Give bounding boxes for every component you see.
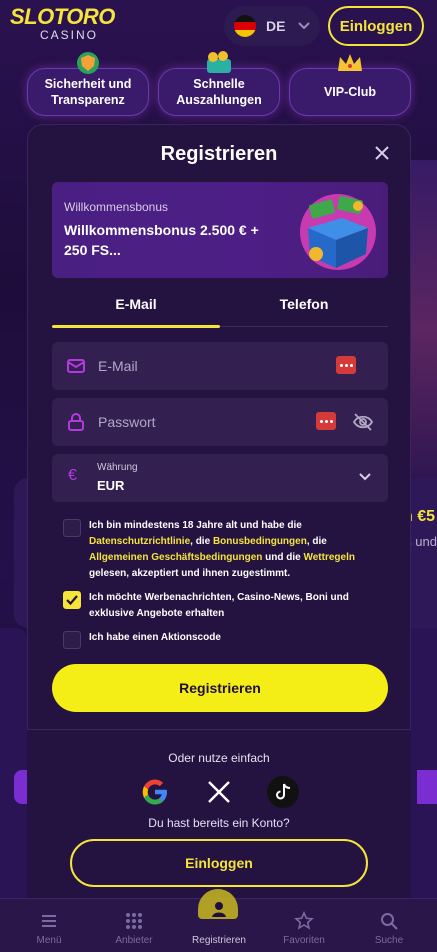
age-consent-text: Ich bin mindestens 18 Jahre alt und habe… [89, 520, 355, 579]
tab-email[interactable]: E-Mail [52, 281, 220, 327]
grid-icon [126, 913, 142, 929]
mail-icon [67, 359, 85, 373]
promo-code-row: Ich habe einen Aktionscode [63, 630, 363, 649]
chevron-down-icon [298, 19, 310, 33]
feature-label: Sicherheit und Transparenz [44, 77, 132, 107]
checkmark-icon [66, 595, 78, 605]
bonus-title: Willkommensbonus 2.500 € + 250 FS... [64, 222, 259, 258]
google-icon[interactable] [139, 776, 171, 808]
password-field-container [52, 398, 388, 446]
chevron-down-icon [359, 473, 371, 481]
eye-off-icon[interactable] [352, 412, 374, 432]
age-consent-row: Ich bin mindestens 18 Jahre alt und habe… [63, 518, 363, 582]
close-icon[interactable] [372, 143, 392, 163]
language-selector[interactable]: DE [224, 6, 320, 46]
logo[interactable]: SLOTORO CASINO [10, 5, 130, 49]
social-login-panel: Oder nutze einfach Du hast bereits ein K… [27, 730, 411, 898]
register-button[interactable]: Registrieren [52, 664, 388, 712]
promo-code-checkbox[interactable] [63, 631, 81, 649]
registration-modal: Registrieren Willkommensbonus Willkommen… [27, 124, 411, 730]
password-manager-icon[interactable] [336, 356, 356, 374]
login-button[interactable]: Einloggen [328, 6, 424, 46]
email-field-container [52, 342, 388, 390]
privacy-policy-link[interactable]: Datenschutzrichtlinie [89, 536, 190, 547]
background-button [14, 770, 28, 804]
background-button [417, 770, 437, 804]
terms-link[interactable]: Allgemeinen Geschäftsbedingungen [89, 552, 262, 563]
site-header: SLOTORO CASINO DE Einloggen [0, 0, 437, 54]
nav-menu[interactable]: Menü [6, 899, 92, 952]
nav-providers[interactable]: Anbieter [91, 899, 177, 952]
have-account-text: Du hast bereits ein Konto? [148, 816, 290, 830]
feature-label: Schnelle Auszahlungen [176, 77, 262, 107]
shield-icon [77, 52, 99, 74]
x-icon[interactable] [203, 776, 235, 808]
register-method-tabs: E-Mail Telefon [52, 281, 388, 328]
bonus-terms-link[interactable]: Bonusbedingungen [213, 536, 307, 547]
marketing-consent-checkbox[interactable] [63, 591, 81, 609]
nav-search[interactable]: Suche [346, 899, 432, 952]
lock-icon [68, 413, 84, 431]
password-field[interactable] [98, 398, 318, 446]
feature-label: VIP-Club [323, 85, 377, 99]
tiktok-icon[interactable] [267, 776, 299, 808]
feature-security[interactable]: Sicherheit und Transparenz [27, 52, 149, 116]
bottom-navigation: Menü Anbieter Registrieren Favoriten Suc… [0, 889, 437, 952]
feature-payouts[interactable]: Schnelle Auszahlungen [158, 51, 280, 116]
nav-register[interactable]: Registrieren [176, 899, 262, 952]
promo-code-text: Ich habe einen Aktionscode [89, 632, 221, 643]
email-field[interactable] [98, 342, 318, 390]
login-button[interactable]: Einloggen [70, 839, 368, 887]
currency-value: EUR [97, 478, 125, 493]
wallet-icon [207, 51, 231, 73]
password-manager-icon[interactable] [316, 412, 336, 430]
flag-de-icon [234, 15, 256, 37]
marketing-consent-text: Ich möchte Werbenachrichten, Casino-News… [89, 592, 349, 619]
star-icon [294, 911, 314, 930]
search-icon [381, 913, 398, 930]
age-consent-checkbox[interactable] [63, 519, 81, 537]
logo-subtext: CASINO [40, 28, 99, 42]
background-section [0, 628, 28, 898]
euro-icon: € [68, 467, 77, 484]
crown-icon [338, 54, 362, 71]
betting-rules-link[interactable]: Wettregeln [303, 552, 355, 563]
language-code: DE [266, 18, 286, 34]
user-add-icon [212, 902, 226, 917]
or-text: Oder nutze einfach [168, 751, 270, 765]
active-tab-indicator [52, 325, 220, 328]
modal-title: Registrieren [160, 143, 278, 165]
menu-icon [42, 915, 56, 927]
logo-text: SLOTORO [10, 4, 115, 29]
bonus-kicker: Willkommensbonus [64, 200, 169, 214]
feature-vip[interactable]: VIP-Club [289, 54, 411, 116]
currency-select[interactable]: € Währung EUR [52, 454, 388, 502]
gift-box-icon [300, 194, 376, 270]
background-section [409, 628, 437, 898]
tab-phone[interactable]: Telefon [220, 281, 388, 327]
currency-label: Währung [97, 462, 138, 473]
background-banner [407, 478, 437, 628]
marketing-consent-row: Ich möchte Werbenachrichten, Casino-News… [63, 590, 363, 622]
welcome-bonus-card[interactable]: Willkommensbonus Willkommensbonus 2.500 … [52, 182, 388, 278]
nav-favorites[interactable]: Favoriten [261, 899, 347, 952]
